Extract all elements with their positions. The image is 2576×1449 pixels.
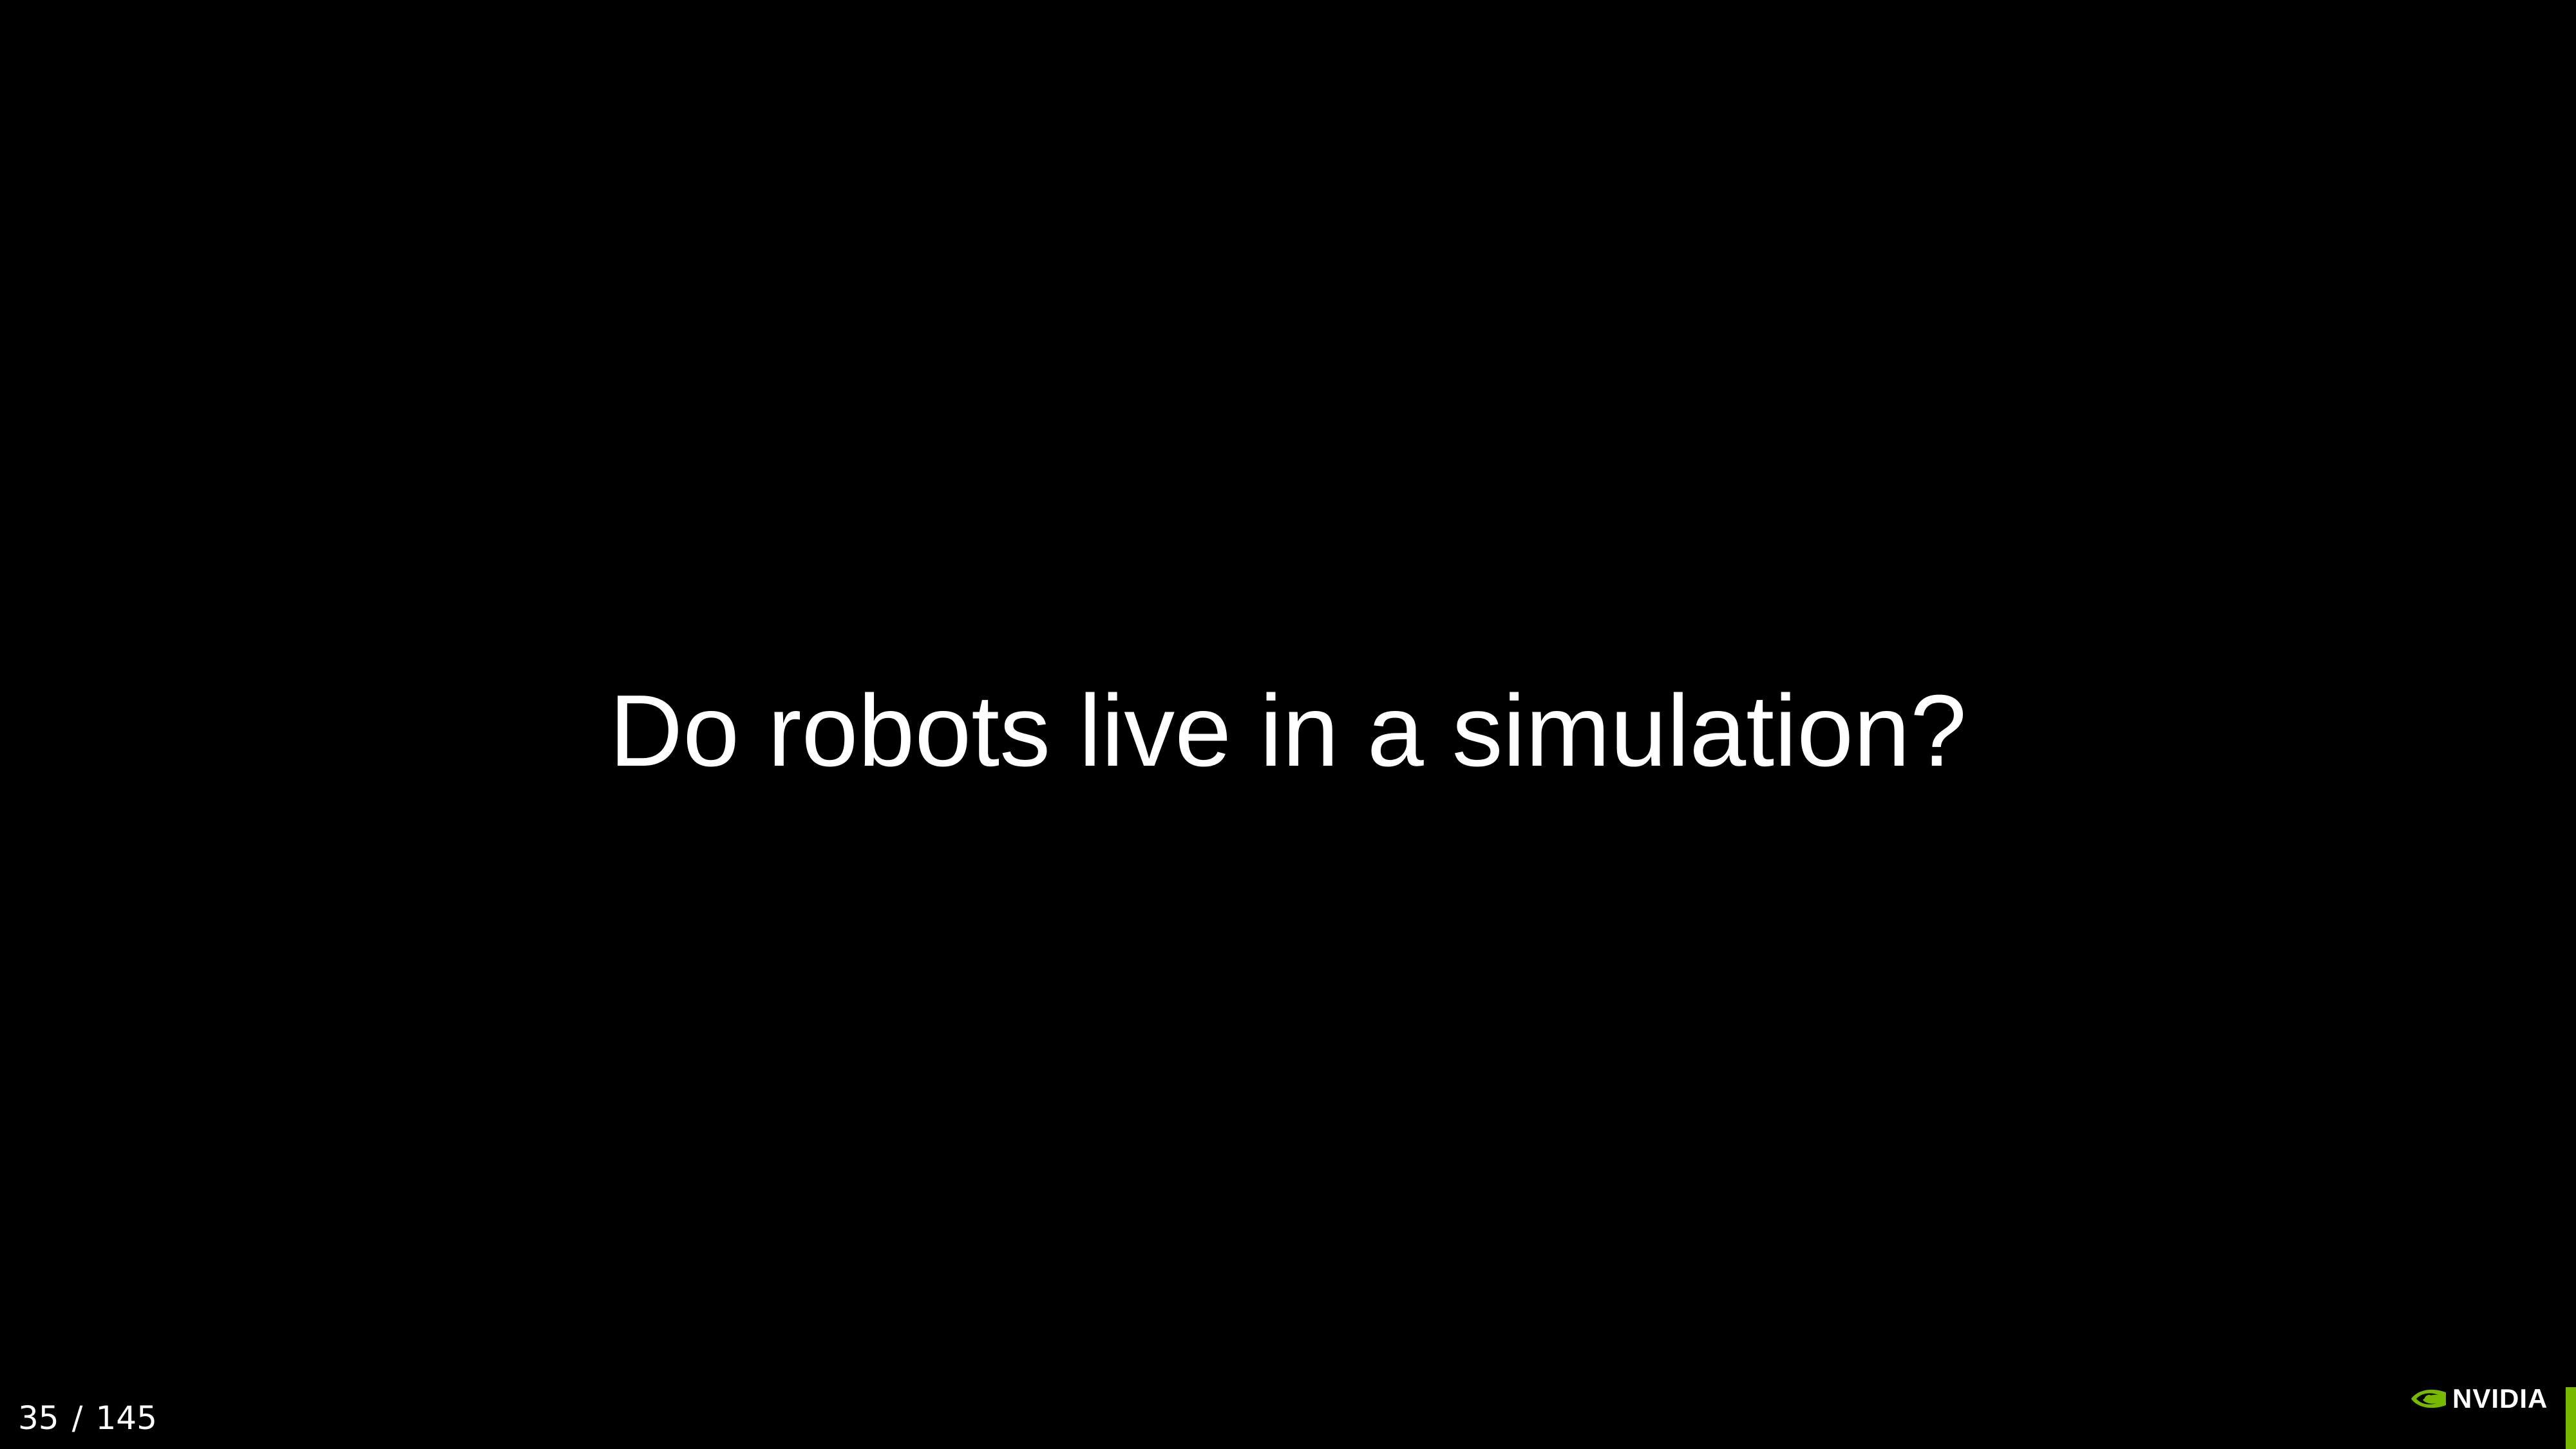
slide-counter: 35 / 145 [18, 1399, 157, 1437]
nvidia-wordmark: NVIDIA [2452, 1383, 2548, 1414]
total-slide-count: 145 [95, 1399, 157, 1437]
counter-separator: / [71, 1399, 83, 1437]
nvidia-eye-icon [2411, 1389, 2446, 1408]
presentation-slide: Do robots live in a simulation? 35 / 145 N… [0, 0, 2576, 1449]
nvidia-logo: NVIDIA [2410, 1383, 2548, 1414]
slide-title: Do robots live in a simulation? [609, 674, 1967, 788]
accent-bar [2566, 1387, 2576, 1449]
current-slide-number: 35 [18, 1399, 59, 1437]
